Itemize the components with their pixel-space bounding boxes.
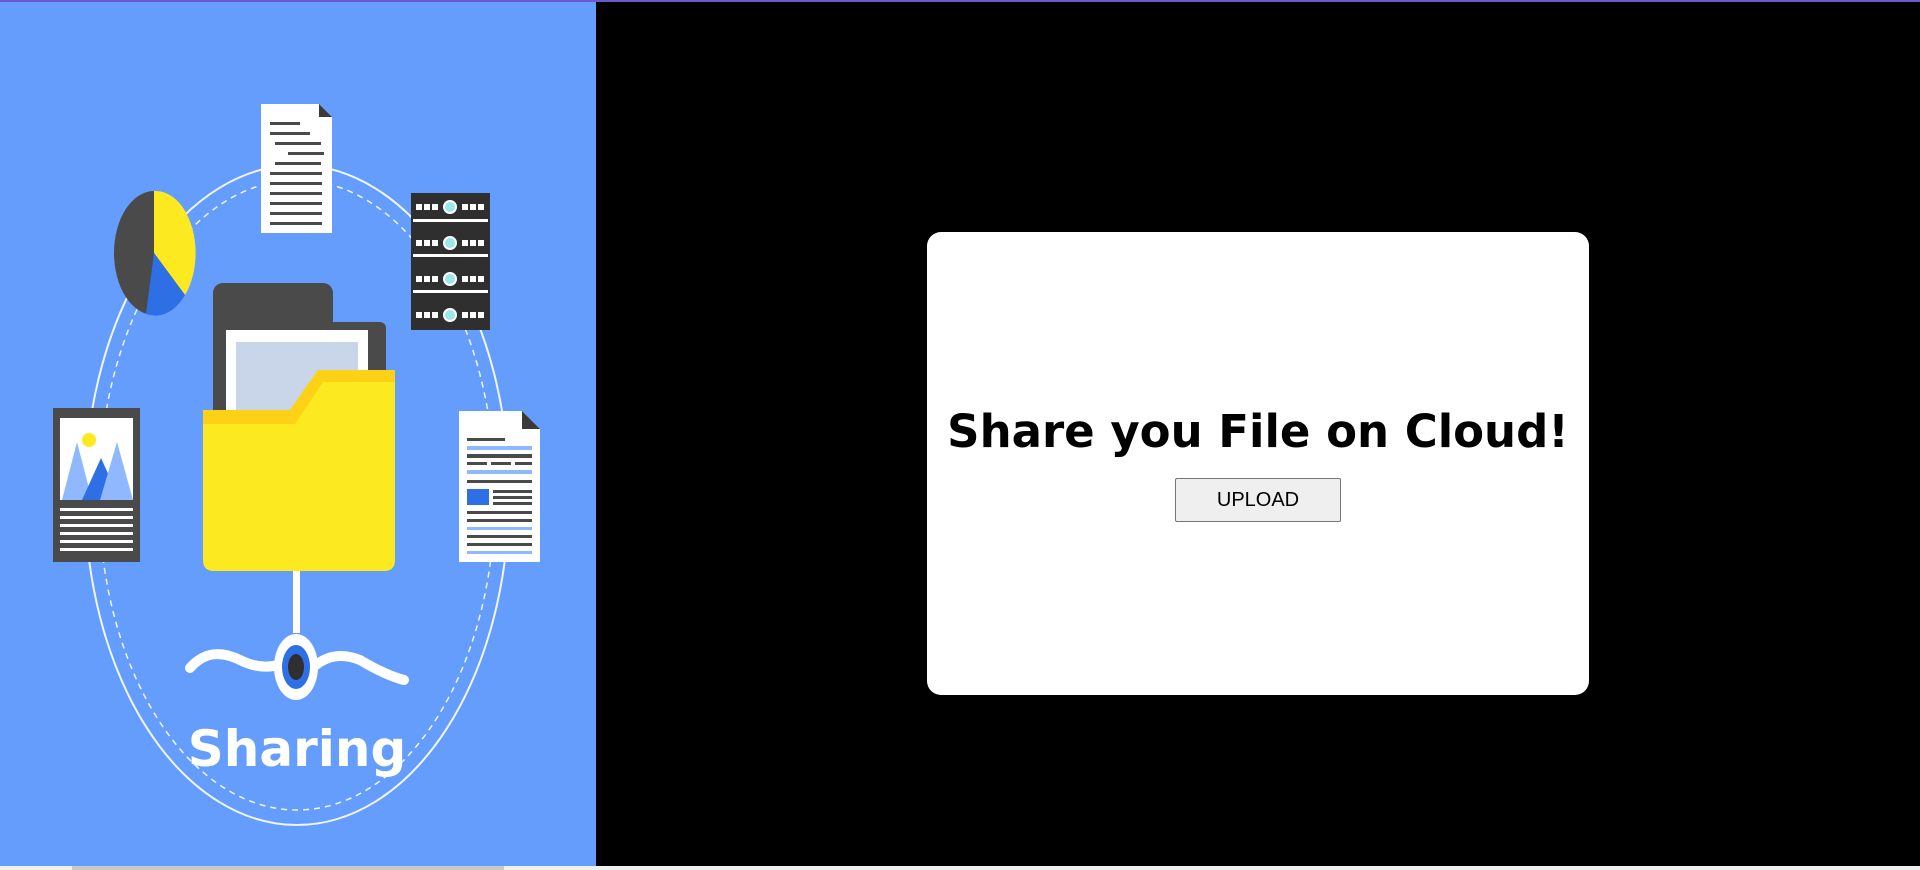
folder-icon [203, 283, 395, 571]
sharing-wordmark: Sharing [188, 720, 407, 778]
page-heading: Share you File on Cloud! [947, 405, 1569, 458]
upload-button[interactable]: UPLOAD [1175, 478, 1341, 522]
image-file-icon [53, 408, 140, 562]
upload-card: Share you File on Cloud! UPLOAD [927, 232, 1589, 695]
report-file-icon [459, 411, 540, 562]
server-rack-icon [411, 193, 490, 330]
top-border [0, 0, 1920, 2]
hero-image: Sharing [0, 0, 596, 866]
network-node-icon [185, 571, 409, 700]
document-icon [261, 104, 332, 233]
pie-chart-icon [114, 190, 196, 316]
scrollbar-thumb[interactable] [72, 866, 504, 870]
